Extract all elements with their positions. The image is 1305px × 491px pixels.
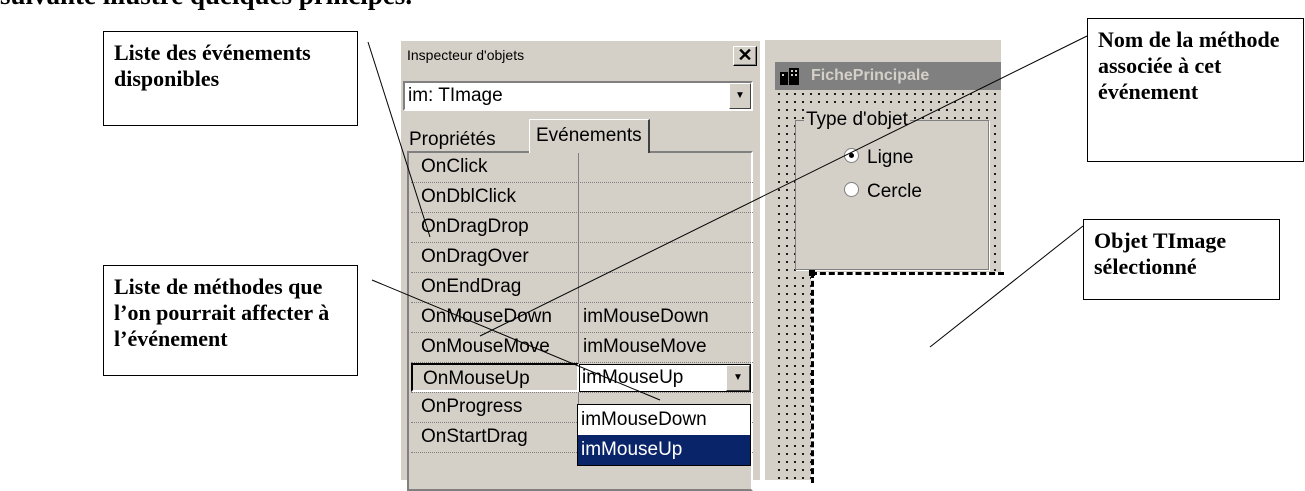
event-row[interactable]: OnDragOver [411, 243, 753, 273]
dropdown-option-selected[interactable]: imMouseUp [578, 435, 750, 465]
event-name: OnMouseDown [411, 303, 579, 332]
timage-component[interactable] [811, 272, 1004, 483]
chevron-down-icon[interactable]: ▼ [729, 83, 751, 109]
event-row[interactable]: OnDragDrop [411, 213, 753, 243]
event-value: imMouseUp [582, 367, 684, 388]
event-value[interactable] [581, 243, 755, 272]
event-row-selected[interactable]: OnMouseUp imMouseUp ▼ [411, 363, 753, 393]
event-name: OnDragOver [411, 243, 579, 272]
method-dropdown-list: imMouseDown imMouseUp [577, 404, 751, 466]
event-name: OnDragDrop [411, 213, 579, 242]
form-title: FichePrincipale [811, 67, 930, 84]
callout-events-list: Liste des événements disponibles [103, 31, 358, 126]
inspector-tabs: Propriétés Evénements [403, 117, 753, 153]
event-name: OnProgress [411, 393, 579, 422]
form-icon [779, 66, 801, 86]
chevron-down-icon[interactable]: ▼ [726, 365, 750, 391]
callout-methods-list: Liste de méthodes que l’on pourrait affe… [103, 265, 358, 376]
callout-method-name: Nom de la méthode associée à cet événeme… [1087, 18, 1304, 162]
tab-proprietes[interactable]: Propriétés [403, 127, 502, 153]
event-name: OnMouseUp [411, 363, 579, 392]
event-value[interactable] [581, 273, 755, 302]
radio-label: Ligne [867, 147, 914, 168]
event-row[interactable]: OnClick [411, 153, 753, 183]
dropdown-option[interactable]: imMouseDown [578, 405, 750, 435]
inspector-title-bar: Inspecteur d'objets ✕ [405, 43, 757, 67]
selection-handle[interactable] [809, 270, 815, 276]
inspector-title: Inspecteur d'objets [407, 47, 525, 63]
event-name: OnMouseMove [411, 333, 579, 362]
event-value[interactable] [581, 213, 755, 242]
object-type-groupbox: Type d'objet Ligne Cercle [795, 109, 989, 270]
event-name: OnDblClick [411, 183, 579, 212]
event-value[interactable] [581, 153, 755, 182]
event-value[interactable]: imMouseDown [581, 303, 755, 332]
event-row[interactable]: OnDblClick [411, 183, 753, 213]
event-value[interactable] [581, 183, 755, 212]
event-name: OnStartDrag [411, 423, 579, 452]
radio-unchecked-icon [844, 182, 859, 198]
event-value[interactable]: imMouseMove [581, 333, 755, 362]
groupbox-title: Type d'objet [804, 109, 910, 131]
radio-checked-icon [844, 148, 859, 164]
object-selector-value: im: TImage [408, 85, 503, 106]
close-icon[interactable]: ✕ [733, 46, 757, 66]
event-value-combo[interactable]: imMouseUp ▼ [579, 364, 751, 392]
form-designer: FichePrincipale Type d'objet Ligne Cercl… [765, 40, 1004, 483]
event-name: OnEndDrag [411, 273, 579, 302]
event-name: OnClick [411, 153, 579, 182]
event-row[interactable]: OnMouseMove imMouseMove [411, 333, 753, 363]
object-selector[interactable]: im: TImage ▼ [403, 81, 753, 111]
tab-evenements[interactable]: Evénements [529, 119, 650, 153]
radio-ligne[interactable]: Ligne [844, 147, 914, 169]
event-row[interactable]: OnEndDrag [411, 273, 753, 303]
radio-cercle[interactable]: Cercle [844, 181, 922, 203]
event-row[interactable]: OnMouseDown imMouseDown [411, 303, 753, 333]
intro-text: suivante illustre quelques principes. [0, 0, 412, 11]
radio-label: Cercle [867, 181, 922, 202]
form-title-bar[interactable]: FichePrincipale [775, 62, 1001, 90]
callout-timage-selected: Objet TImage sélectionné [1083, 219, 1280, 300]
